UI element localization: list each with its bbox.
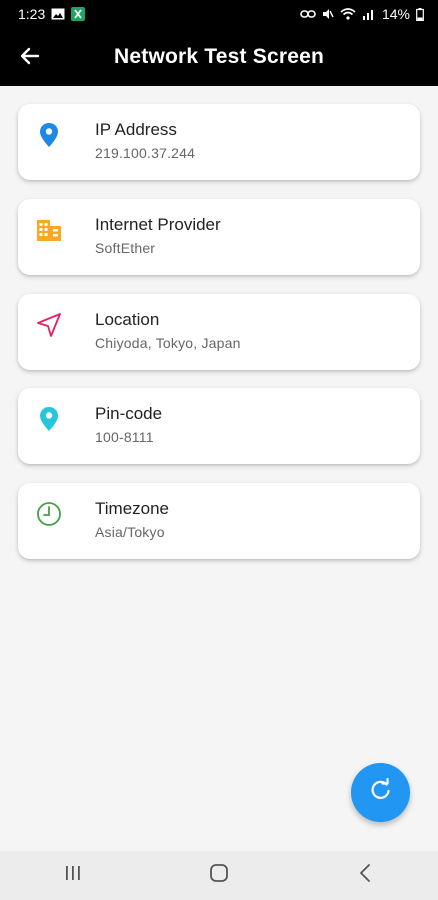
mute-icon xyxy=(322,8,334,20)
app-notification-icon xyxy=(71,7,86,21)
card-pin-code[interactable]: Pin-code 100-8111 xyxy=(18,388,420,464)
navigation-arrow-icon xyxy=(36,312,62,338)
wifi-icon xyxy=(340,8,356,20)
gallery-icon xyxy=(51,8,65,20)
recents-icon xyxy=(64,865,82,886)
status-right: 14% xyxy=(300,6,424,22)
nav-back-button[interactable] xyxy=(335,856,395,896)
card-internet-provider[interactable]: Internet Provider SoftEther xyxy=(18,199,420,275)
status-time: 1:23 xyxy=(18,6,46,22)
card-title: Pin-code xyxy=(95,404,163,423)
battery-icon xyxy=(416,7,424,21)
page-title: Network Test Screen xyxy=(114,45,324,68)
recents-button[interactable] xyxy=(43,856,103,896)
back-chevron-icon xyxy=(359,864,371,887)
status-left: 1:23 xyxy=(18,6,86,22)
card-title: Timezone xyxy=(95,499,170,518)
card-title: IP Address xyxy=(95,120,177,139)
system-nav-bar xyxy=(0,851,438,900)
refresh-icon xyxy=(369,777,393,807)
card-value: SoftEther xyxy=(95,240,156,256)
link-icon xyxy=(300,9,316,19)
signal-icon xyxy=(362,8,376,20)
card-value: Asia/Tokyo xyxy=(95,524,165,540)
card-value: Chiyoda, Tokyo, Japan xyxy=(95,335,241,351)
building-icon xyxy=(36,217,62,243)
card-timezone[interactable]: Timezone Asia/Tokyo xyxy=(18,483,420,559)
app-bar: Network Test Screen xyxy=(0,28,438,86)
clock-icon xyxy=(36,501,62,527)
status-bar: 1:23 14% xyxy=(0,0,438,28)
card-location[interactable]: Location Chiyoda, Tokyo, Japan xyxy=(18,294,420,370)
card-ip-address[interactable]: IP Address 219.100.37.244 xyxy=(18,104,420,180)
refresh-button[interactable] xyxy=(351,763,410,822)
card-value: 219.100.37.244 xyxy=(95,145,196,161)
map-pin-icon xyxy=(36,122,62,148)
card-value: 100-8111 xyxy=(95,429,154,445)
home-icon xyxy=(209,863,229,888)
map-pin-icon xyxy=(36,406,62,432)
card-title: Internet Provider xyxy=(95,215,221,234)
battery-percent: 14% xyxy=(381,6,410,22)
card-title: Location xyxy=(95,310,160,329)
home-button[interactable] xyxy=(189,856,249,896)
